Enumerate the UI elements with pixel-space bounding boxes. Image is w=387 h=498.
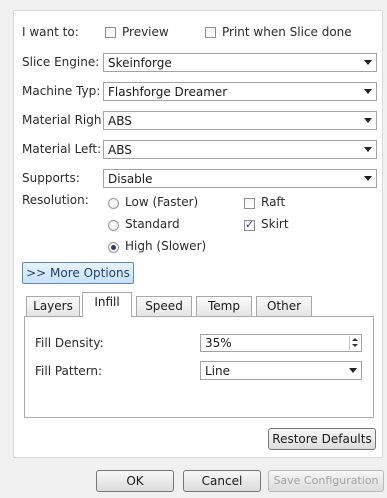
supports-select[interactable]: Disable [103,169,377,188]
material-right-select[interactable]: ABS [103,111,377,130]
tab-speed[interactable]: Speed [136,296,192,316]
machine-type-label: Machine Typ: [22,84,101,98]
slice-engine-label: Slice Engine: [22,55,100,69]
tab-infill[interactable]: Infill [82,292,132,317]
chevron-down-icon [364,89,372,94]
skirt-label[interactable]: Skirt [261,217,289,231]
material-left-select[interactable]: ABS [103,140,377,159]
tab-temp[interactable]: Temp [196,296,252,316]
print-when-done-checkbox[interactable] [205,27,216,38]
cancel-button[interactable]: Cancel [183,470,261,492]
i-want-to-label: I want to: [22,25,79,39]
fill-pattern-value: Line [205,364,231,378]
resolution-high-radio[interactable] [108,242,119,253]
chevron-down-icon [364,118,372,123]
material-left-label: Material Left: [22,142,102,156]
resolution-standard-radio[interactable] [108,220,119,231]
tab-layers[interactable]: Layers [26,296,80,316]
preview-checkbox[interactable] [105,27,116,38]
ok-button[interactable]: OK [96,470,174,492]
chevron-down-icon [364,147,372,152]
preview-label[interactable]: Preview [122,25,169,39]
restore-defaults-button[interactable]: Restore Defaults [268,428,376,450]
raft-label[interactable]: Raft [261,195,285,209]
resolution-low-radio[interactable] [108,198,119,209]
spin-arrows-icon[interactable] [349,336,360,350]
fill-density-label: Fill Density: [35,336,104,350]
slice-engine-select[interactable]: Skeinforge [103,53,377,72]
material-right-value: ABS [108,114,132,128]
material-left-value: ABS [108,143,132,157]
resolution-high-label[interactable]: High (Slower) [125,239,206,253]
chevron-down-icon [349,368,357,373]
tab-other[interactable]: Other [256,296,312,316]
machine-type-value: Flashforge Dreamer [108,85,228,99]
fill-pattern-label: Fill Pattern: [35,364,103,378]
print-when-done-label[interactable]: Print when Slice done [222,25,352,39]
machine-type-select[interactable]: Flashforge Dreamer [103,82,377,101]
chevron-down-icon [364,60,372,65]
slice-dialog: I want to: Preview Print when Slice done… [0,0,387,498]
skirt-checkbox[interactable] [244,218,255,231]
slice-engine-value: Skeinforge [108,56,172,70]
chevron-down-icon [364,176,372,181]
supports-label: Supports: [22,171,80,185]
supports-value: Disable [108,172,153,186]
more-options-button[interactable]: >> More Options [22,262,134,284]
resolution-label: Resolution: [22,193,89,207]
fill-density-spinner[interactable]: 35% [200,334,362,352]
fill-pattern-select[interactable]: Line [200,361,362,380]
fill-density-value: 35% [205,336,232,350]
resolution-low-label[interactable]: Low (Faster) [125,195,198,209]
save-configuration-button: Save Configuration [268,470,384,492]
resolution-standard-label[interactable]: Standard [125,217,180,231]
raft-checkbox[interactable] [244,198,255,209]
material-right-label: Material Right: [22,113,102,127]
